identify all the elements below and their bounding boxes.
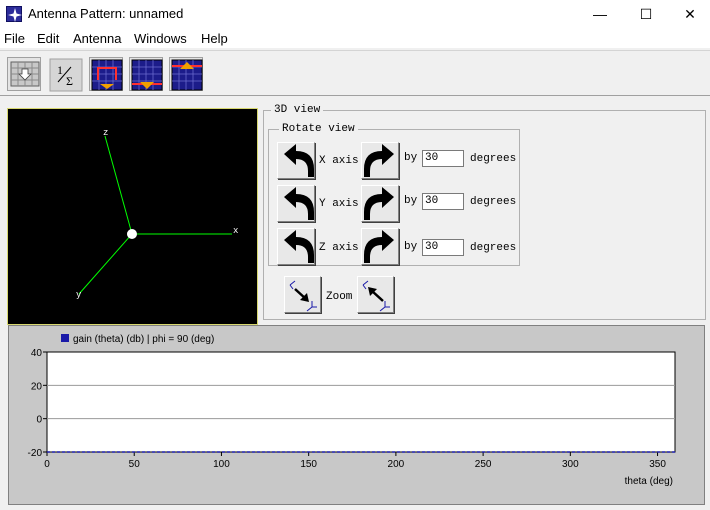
3d-view-canvas[interactable]: x y z xyxy=(7,108,258,325)
rotate-cw-arrow-icon xyxy=(364,187,394,220)
menu-file[interactable]: File xyxy=(4,31,25,46)
rotate-x-cw-button[interactable] xyxy=(361,142,399,179)
zoom-out-axes-icon xyxy=(362,280,390,312)
y-tick-label: -20 xyxy=(28,448,43,459)
x-degrees-label: degrees xyxy=(470,153,517,165)
x-tick-label: 0 xyxy=(44,459,50,470)
y-tick-label: 40 xyxy=(31,348,43,359)
svg-text:1: 1 xyxy=(57,63,63,77)
3d-view-group-title: 3D view xyxy=(271,104,324,116)
z-degrees-label: degrees xyxy=(470,242,517,254)
y-by-label: by xyxy=(404,195,418,207)
y-axis-row-label: Y axis xyxy=(319,198,359,210)
pattern-up-button[interactable] xyxy=(169,57,203,91)
rotate-ccw-arrow-icon xyxy=(284,230,314,263)
pattern-grid-up-icon xyxy=(171,59,203,91)
x-axis-label: x xyxy=(233,226,238,236)
x-tick-label: 100 xyxy=(213,459,230,470)
y-axis-label: y xyxy=(76,290,82,300)
x-rotation-input[interactable]: 30 xyxy=(422,150,464,167)
x-tick-label: 200 xyxy=(388,459,405,470)
x-by-label: by xyxy=(404,152,418,164)
z-axis-line xyxy=(104,135,133,235)
pattern-grid-red-icon xyxy=(91,59,123,91)
rotate-ccw-arrow-icon xyxy=(284,187,314,220)
grid-import-button[interactable] xyxy=(7,57,41,91)
rotate-z-cw-button[interactable] xyxy=(361,228,399,265)
legend-label: gain (theta) (db) | phi = 90 (deg) xyxy=(73,334,214,345)
plot-area xyxy=(46,351,676,453)
z-axis-label: z xyxy=(103,128,108,138)
rotate-cw-arrow-icon xyxy=(364,230,394,263)
fraction-sum-icon: 1 Σ xyxy=(49,58,83,92)
rotate-y-ccw-button[interactable] xyxy=(277,185,315,222)
z-axis-row-label: Z axis xyxy=(319,242,359,254)
gain-plot-panel: 40 20 0 -20 0 50 100 150 200 250 300 350 gain (the… xyxy=(8,325,705,505)
close-button[interactable]: ✕ xyxy=(667,0,710,28)
antenna-pattern-window: Antenna Pattern: unnamed — ☐ ✕ File Edit… xyxy=(0,0,710,510)
app-star-icon xyxy=(6,6,22,22)
menu-antenna[interactable]: Antenna xyxy=(73,31,121,46)
menu-bar: File Edit Antenna Windows Help xyxy=(0,28,710,48)
x-tick-label: 50 xyxy=(129,459,141,470)
zoom-in-button[interactable] xyxy=(284,276,321,313)
y-axis-line xyxy=(78,233,133,295)
window-title: Antenna Pattern: unnamed xyxy=(28,6,184,21)
x-tick-label: 250 xyxy=(475,459,492,470)
rotate-view-group-title: Rotate view xyxy=(279,123,358,135)
x-axis-row-label: X axis xyxy=(319,155,359,167)
rotate-cw-arrow-icon xyxy=(364,144,394,177)
menu-help[interactable]: Help xyxy=(201,31,228,46)
title-bar: Antenna Pattern: unnamed — ☐ ✕ xyxy=(0,0,710,28)
x-tick-label: 150 xyxy=(300,459,317,470)
gain-plot: 40200-20 0 50 100 150 200 250 300 350 gain (the… xyxy=(28,334,676,487)
maximize-button[interactable]: ☐ xyxy=(623,0,669,28)
zoom-in-axes-icon xyxy=(289,280,317,312)
grid-import-icon xyxy=(10,61,40,87)
legend-swatch xyxy=(61,334,69,342)
x-tick-label: 350 xyxy=(649,459,666,470)
y-tick-label: 20 xyxy=(31,381,43,392)
rotate-z-ccw-button[interactable] xyxy=(277,228,315,265)
x-axis-title: theta (deg) xyxy=(625,476,673,487)
pattern-red-button[interactable] xyxy=(89,57,123,91)
origin-marker xyxy=(127,229,137,239)
pattern-down-button[interactable] xyxy=(129,57,163,91)
x-tick-label: 300 xyxy=(562,459,579,470)
menu-edit[interactable]: Edit xyxy=(37,31,59,46)
y-tick-label: 0 xyxy=(36,415,42,426)
y-degrees-label: degrees xyxy=(470,196,517,208)
menu-windows[interactable]: Windows xyxy=(134,31,187,46)
rotate-ccw-arrow-icon xyxy=(284,144,314,177)
svg-text:Σ: Σ xyxy=(66,74,73,88)
rotate-x-ccw-button[interactable] xyxy=(277,142,315,179)
pattern-grid-down-icon xyxy=(131,59,163,91)
z-rotation-input[interactable]: 30 xyxy=(422,239,464,256)
rotate-y-cw-button[interactable] xyxy=(361,185,399,222)
zoom-label: Zoom xyxy=(326,291,353,303)
z-by-label: by xyxy=(404,241,418,253)
minimize-button[interactable]: — xyxy=(577,0,623,28)
zoom-out-button[interactable] xyxy=(357,276,394,313)
fraction-sum-button[interactable]: 1 Σ xyxy=(48,57,83,92)
y-rotation-input[interactable]: 30 xyxy=(422,193,464,210)
